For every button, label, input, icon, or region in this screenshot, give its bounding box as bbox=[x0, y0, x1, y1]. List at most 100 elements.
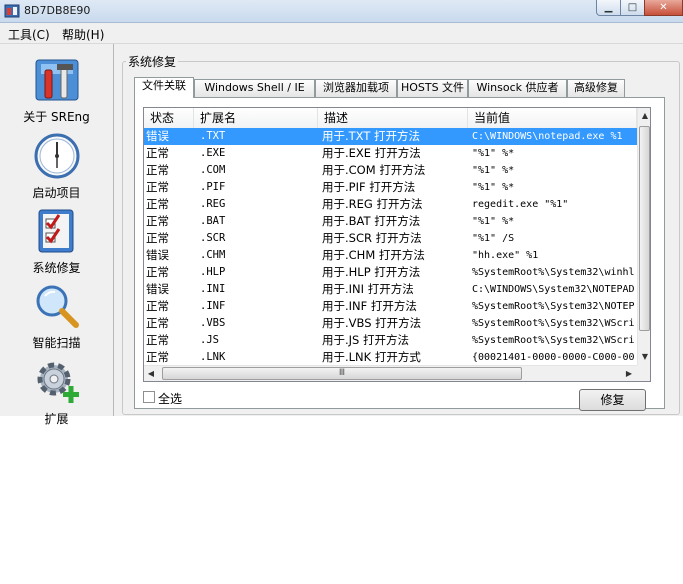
column-header-current-value[interactable]: 当前值 bbox=[468, 108, 637, 128]
minimize-button[interactable]: ▁ bbox=[596, 0, 621, 16]
table-row[interactable]: 正常 .REG 用于.REG 打开方法 regedit.exe "%1" bbox=[144, 196, 637, 213]
cell-description: 用于.CHM 打开方法 bbox=[322, 248, 425, 262]
tab-hosts-file[interactable]: HOSTS 文件 bbox=[397, 79, 468, 97]
cell-current-value: %SystemRoot%\System32\WScri bbox=[472, 318, 635, 329]
checkbox-box[interactable] bbox=[143, 391, 155, 403]
tab-browser-addons[interactable]: 浏览器加载项 bbox=[315, 79, 397, 97]
menu-tools[interactable]: 工具(C) bbox=[8, 26, 50, 43]
scroll-right-icon[interactable]: ▶ bbox=[622, 366, 636, 381]
cell-current-value: %SystemRoot%\System32\winhl bbox=[472, 267, 635, 278]
cell-status: 错误 bbox=[146, 248, 169, 262]
cell-current-value: "%1" %* bbox=[472, 182, 515, 193]
cell-current-value: "%1" %* bbox=[472, 148, 515, 159]
menu-help[interactable]: 帮助(H) bbox=[62, 26, 104, 43]
tab-winsock-provider[interactable]: Winsock 供应者 bbox=[468, 79, 567, 97]
cell-description: 用于.HLP 打开方法 bbox=[322, 265, 421, 279]
cell-description: 用于.TXT 打开方法 bbox=[322, 129, 421, 143]
cell-extension: .INI bbox=[200, 283, 226, 295]
tools-icon bbox=[35, 59, 79, 101]
cell-status: 错误 bbox=[146, 129, 169, 143]
sidebar-item-label: 智能扫描 bbox=[32, 336, 81, 350]
scroll-corner bbox=[637, 365, 650, 381]
table-row[interactable]: 错误 .INI 用于.INI 打开方法 C:\WINDOWS\System32\NOT… bbox=[144, 281, 637, 298]
cell-extension: .SCR bbox=[200, 232, 226, 244]
cell-description: 用于.SCR 打开方法 bbox=[322, 231, 422, 245]
maximize-button[interactable]: □ bbox=[620, 0, 645, 16]
close-icon: ✕ bbox=[659, 2, 668, 13]
table-row[interactable]: 正常 .BAT 用于.BAT 打开方法 "%1" %* bbox=[144, 213, 637, 230]
clock-icon bbox=[34, 133, 80, 179]
tab-windows-shell-ie[interactable]: Windows Shell / IE bbox=[194, 79, 315, 97]
title-bar: 8D7DB8E90 ▁ □ ✕ bbox=[0, 0, 683, 23]
file-association-list[interactable]: 状态 扩展名 描述 当前值 错误 .TXT 用于.TXT 打开方法 C:\WINDOW… bbox=[143, 107, 651, 382]
table-row[interactable]: 错误 .TXT 用于.TXT 打开方法 C:\WINDOWS\notepad.exe … bbox=[144, 128, 637, 145]
cell-extension: .COM bbox=[200, 164, 226, 176]
cell-description: 用于.COM 打开方法 bbox=[322, 163, 426, 177]
table-row[interactable]: 正常 .EXE 用于.EXE 打开方法 "%1" %* bbox=[144, 145, 637, 162]
cell-current-value: "hh.exe" %1 bbox=[472, 250, 539, 261]
sidebar-item-label: 启动项目 bbox=[32, 186, 81, 200]
column-header-status[interactable]: 状态 bbox=[144, 108, 194, 128]
repair-button[interactable]: 修复 bbox=[579, 389, 646, 411]
cell-status: 正常 bbox=[146, 180, 169, 194]
scroll-left-icon[interactable]: ◀ bbox=[144, 366, 158, 381]
cell-current-value: %SystemRoot%\System32\WScri bbox=[472, 335, 635, 346]
scroll-up-icon[interactable]: ▲ bbox=[638, 108, 650, 124]
table-row[interactable]: 正常 .VBS 用于.VBS 打开方法 %SystemRoot%\System32\W… bbox=[144, 315, 637, 332]
cell-extension: .HLP bbox=[200, 266, 226, 278]
table-row[interactable]: 正常 .JS 用于.JS 打开方法 %SystemRoot%\System32\WSc… bbox=[144, 332, 637, 349]
list-header: 状态 扩展名 描述 当前值 bbox=[144, 108, 637, 129]
table-row[interactable]: 正常 .HLP 用于.HLP 打开方法 %SystemRoot%\System32\w… bbox=[144, 264, 637, 281]
cell-extension: .VBS bbox=[200, 317, 226, 329]
sidebar-item-startup[interactable]: 启动项目 bbox=[0, 126, 113, 200]
sidebar-item-system-repair[interactable]: 系统修复 bbox=[0, 201, 113, 275]
cell-extension: .LNK bbox=[200, 351, 226, 363]
cell-current-value: "%1" /S bbox=[472, 233, 515, 244]
cell-current-value: {00021401-0000-0000-C000-00 bbox=[472, 352, 635, 363]
vertical-scroll-thumb[interactable] bbox=[639, 126, 650, 331]
cell-current-value: C:\WINDOWS\notepad.exe %1 bbox=[472, 131, 623, 142]
sidebar: 关于 SREng 启动项目 系统修复 智能扫描 扩展 bbox=[0, 44, 114, 426]
checklist-icon bbox=[38, 209, 74, 253]
cell-extension: .REG bbox=[200, 198, 226, 210]
tab-advanced-repair[interactable]: 高级修复 bbox=[567, 79, 625, 97]
app-icon bbox=[4, 4, 20, 18]
cell-description: 用于.BAT 打开方法 bbox=[322, 214, 421, 228]
cell-status: 正常 bbox=[146, 231, 169, 245]
column-header-extension[interactable]: 扩展名 bbox=[194, 108, 318, 128]
table-row[interactable]: 正常 .COM 用于.COM 打开方法 "%1" %* bbox=[144, 162, 637, 179]
table-row[interactable]: 正常 .SCR 用于.SCR 打开方法 "%1" /S bbox=[144, 230, 637, 247]
table-row[interactable]: 错误 .CHM 用于.CHM 打开方法 "hh.exe" %1 bbox=[144, 247, 637, 264]
select-all-label: 全选 bbox=[158, 392, 183, 406]
cell-description: 用于.REG 打开方法 bbox=[322, 197, 423, 211]
cell-extension: .BAT bbox=[200, 215, 226, 227]
sidebar-item-extensions[interactable]: 扩展 bbox=[0, 352, 113, 426]
tab-file-association[interactable]: 文件关联 bbox=[134, 77, 194, 98]
cell-status: 正常 bbox=[146, 265, 169, 279]
close-button[interactable]: ✕ bbox=[644, 0, 683, 16]
horizontal-scroll-thumb[interactable]: Ⅲ bbox=[162, 367, 522, 380]
sidebar-item-label: 系统修复 bbox=[32, 261, 81, 275]
cell-extension: .TXT bbox=[200, 130, 226, 142]
window-title: 8D7DB8E90 bbox=[24, 4, 91, 17]
scroll-down-icon[interactable]: ▼ bbox=[638, 349, 650, 365]
cell-current-value: regedit.exe "%1" bbox=[472, 199, 569, 210]
cell-extension: .PIF bbox=[200, 181, 226, 193]
cell-description: 用于.INF 打开方法 bbox=[322, 299, 417, 313]
cell-current-value: %SystemRoot%\System32\NOTEP bbox=[472, 301, 635, 312]
column-header-description[interactable]: 描述 bbox=[318, 108, 468, 128]
table-row[interactable]: 正常 .INF 用于.INF 打开方法 %SystemRoot%\System32\N… bbox=[144, 298, 637, 315]
horizontal-scrollbar[interactable]: ◀ Ⅲ ▶ bbox=[144, 365, 637, 381]
sidebar-item-about[interactable]: 关于 SREng bbox=[0, 50, 113, 124]
cell-status: 正常 bbox=[146, 299, 169, 313]
sidebar-item-smart-scan[interactable]: 智能扫描 bbox=[0, 276, 113, 350]
cell-status: 正常 bbox=[146, 163, 169, 177]
vertical-scrollbar[interactable]: ▲ ▼ bbox=[637, 108, 650, 365]
cell-current-value: "%1" %* bbox=[472, 216, 515, 227]
sidebar-item-label: 扩展 bbox=[44, 412, 69, 426]
table-row[interactable]: 正常 .LNK 用于.LNK 打开方式 {00021401-0000-0000-C00… bbox=[144, 349, 637, 366]
cell-current-value: "%1" %* bbox=[472, 165, 515, 176]
cell-description: 用于.JS 打开方法 bbox=[322, 333, 410, 347]
table-row[interactable]: 正常 .PIF 用于.PIF 打开方法 "%1" %* bbox=[144, 179, 637, 196]
cell-status: 错误 bbox=[146, 282, 169, 296]
